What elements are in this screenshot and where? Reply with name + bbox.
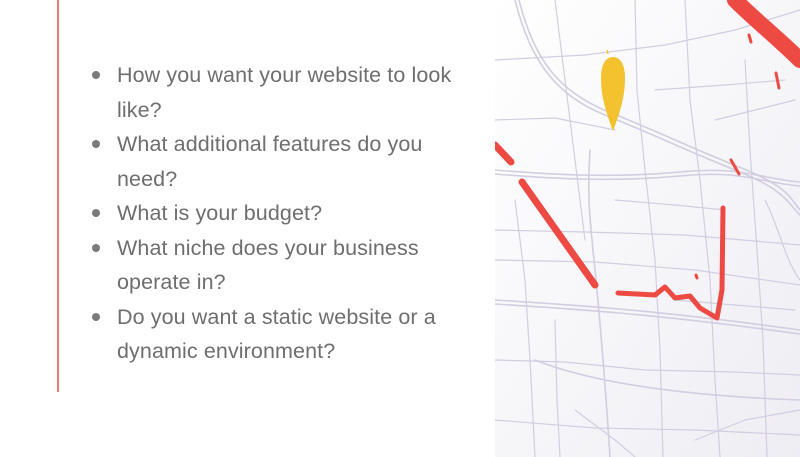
bullet-icon [92, 71, 100, 79]
map-image [495, 0, 800, 457]
list-item-text: How you want your website to look like? [117, 63, 452, 122]
map-background [495, 0, 800, 457]
bullet-icon [92, 140, 100, 148]
map-illustration [495, 0, 800, 457]
bullet-icon [92, 312, 100, 321]
bullet-icon [92, 209, 100, 217]
list-item: What additional features do you need? [92, 127, 452, 196]
list-item-text: What niche does your business operate in… [117, 235, 419, 295]
list-item-text: What is your budget? [117, 201, 323, 225]
list-item-text: Do you want a static website or a dynami… [117, 304, 436, 364]
pin-marker-tick [606, 49, 609, 55]
list-item: Do you want a static website or a dynami… [92, 300, 452, 369]
content-panel: How you want your website to look like? … [0, 0, 495, 457]
bullet-icon [92, 243, 100, 252]
question-list: How you want your website to look like? … [92, 58, 452, 369]
route-segment [747, 33, 753, 44]
list-item: How you want your website to look like? [92, 58, 452, 127]
list-item: What is your budget? [92, 196, 452, 231]
accent-divider [57, 0, 59, 392]
route-segment [694, 273, 699, 280]
list-item-text: What additional features do you need? [117, 132, 423, 191]
list-item: What niche does your business operate in… [92, 231, 452, 300]
